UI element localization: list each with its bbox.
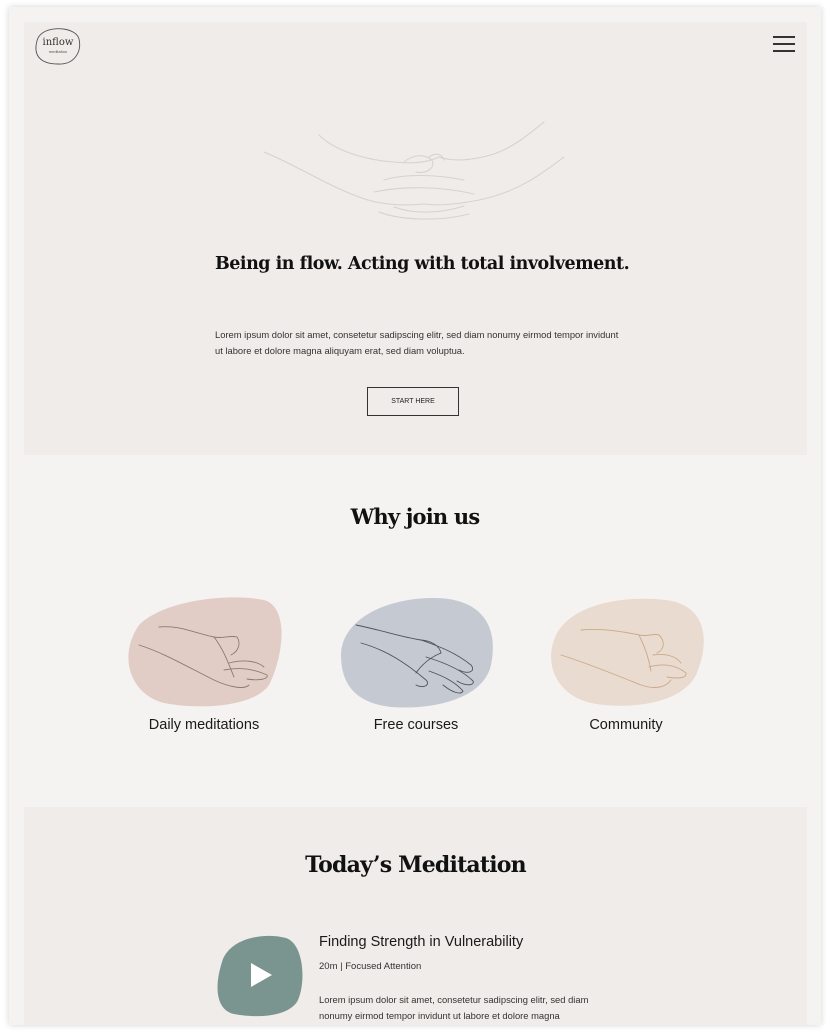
meditation-title[interactable]: Finding Strength in Vulnerability bbox=[319, 934, 523, 950]
page-frame: inflow meditation Being in flow. Acting … bbox=[9, 7, 821, 1025]
mudra-hand-icon bbox=[341, 597, 493, 708]
play-icon bbox=[217, 935, 303, 1017]
feature-daily-meditations[interactable]: Daily meditations bbox=[119, 595, 289, 745]
gesture-hand-icon bbox=[551, 598, 704, 706]
hero-title: Being in flow. Acting with total involve… bbox=[215, 254, 630, 274]
play-button[interactable] bbox=[214, 932, 304, 1018]
hamburger-menu-icon[interactable] bbox=[773, 36, 795, 54]
feature-label: Free courses bbox=[373, 717, 459, 733]
why-join-us-title: Why join us bbox=[350, 504, 481, 529]
feature-label: Daily meditations bbox=[148, 717, 260, 733]
meditating-hands-illustration bbox=[264, 121, 564, 220]
todays-meditation-title: Today’s Meditation bbox=[305, 852, 527, 878]
meditation-description: Lorem ipsum dolor sit amet, consetetur s… bbox=[319, 994, 589, 1021]
start-here-button[interactable]: START HERE bbox=[367, 387, 459, 416]
logo-wordmark: inflow bbox=[42, 37, 74, 48]
logo-tagline: meditation bbox=[48, 49, 68, 54]
feature-free-courses[interactable]: Free courses bbox=[331, 595, 501, 745]
feature-label: Community bbox=[589, 717, 663, 733]
meditation-meta: 20m | Focused Attention bbox=[319, 961, 422, 972]
hero-section: inflow meditation Being in flow. Acting … bbox=[24, 22, 807, 455]
brand-logo[interactable]: inflow meditation bbox=[34, 27, 82, 65]
todays-meditation-section: Today’s Meditation Finding Strength in V… bbox=[24, 807, 807, 1025]
hero-description: Lorem ipsum dolor sit amet, consetetur s… bbox=[215, 329, 619, 356]
feature-community[interactable]: Community bbox=[541, 595, 711, 745]
open-hand-icon bbox=[128, 597, 282, 707]
